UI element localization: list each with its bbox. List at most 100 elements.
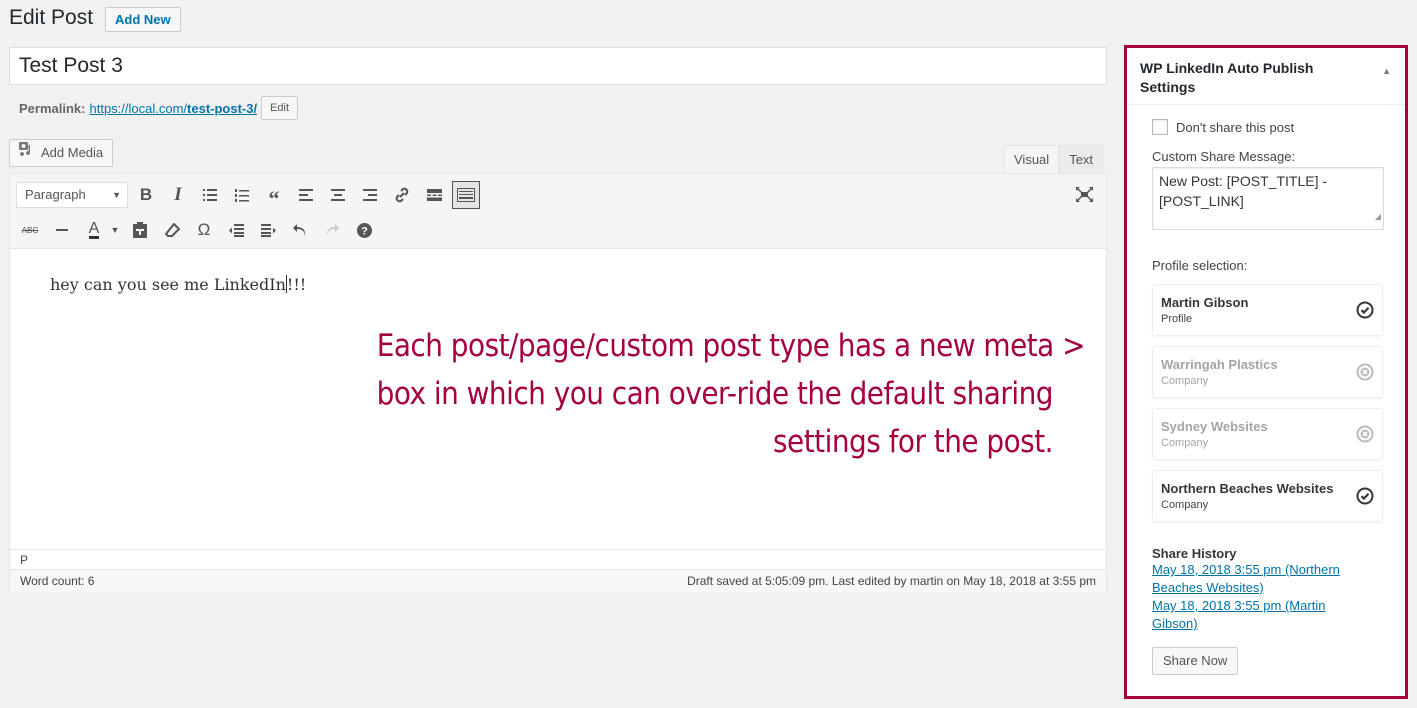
word-count: Word count: 6	[20, 574, 95, 588]
add-new-button[interactable]: Add New	[105, 7, 181, 32]
bold-icon: B	[139, 185, 153, 204]
page-title: Edit Post	[9, 6, 94, 29]
editor-toolbar: Paragraph ▼ B I “ ABC A ▼ Ω ?	[10, 174, 1106, 249]
fullscreen-icon	[1075, 186, 1093, 202]
dont-share-label: Don't share this post	[1176, 119, 1295, 135]
special-character-button[interactable]: Ω	[190, 216, 218, 244]
blockquote-icon: “	[268, 186, 280, 211]
profile-name: Northern Beaches Websites	[1161, 481, 1334, 496]
dont-share-row: Don't share this post	[1152, 119, 1383, 135]
chevron-down-icon: ▼	[110, 225, 120, 235]
permalink-slug: test-post-3/	[187, 100, 258, 116]
share-history-link[interactable]: May 18, 2018 3:55 pm (Northern Beaches W…	[1152, 561, 1352, 597]
blockquote-button[interactable]: “	[260, 181, 288, 211]
horizontal-line-icon	[56, 229, 68, 231]
x-circle-icon[interactable]	[1356, 363, 1374, 384]
outdent-icon	[228, 223, 244, 237]
profile-selection-label: Profile selection:	[1152, 258, 1248, 273]
bold-button[interactable]: B	[132, 181, 160, 209]
redo-button[interactable]	[318, 216, 346, 244]
profile-card[interactable]: Warringah Plastics Company	[1152, 346, 1383, 398]
omega-icon: Ω	[197, 220, 211, 239]
annotation-line: Each post/page/custom post type has a ne…	[376, 328, 1086, 364]
align-right-button[interactable]	[356, 181, 384, 209]
metabox-header[interactable]: WP LinkedIn Auto Publish Settings ▲	[1127, 48, 1405, 105]
strikethrough-icon: ABC	[21, 225, 39, 235]
annotation-line: box in which you can over-ride the defau…	[376, 376, 1054, 412]
profile-type: Company	[1161, 437, 1209, 449]
editor-status-bar: Word count: 6 Draft saved at 5:05:09 pm.…	[10, 569, 1106, 592]
strikethrough-button[interactable]: ABC	[16, 216, 44, 244]
redo-icon	[326, 224, 339, 237]
profile-name: Martin Gibson	[1161, 295, 1249, 310]
annotation-line: settings for the post.	[773, 424, 1053, 460]
resize-handle-icon[interactable]: ◢	[1375, 207, 1381, 227]
share-history-link[interactable]: May 18, 2018 3:55 pm (Martin Gibson)	[1152, 597, 1352, 633]
italic-icon: I	[174, 184, 182, 205]
check-circle-icon[interactable]	[1356, 301, 1374, 322]
metabox-title: WP LinkedIn Auto Publish Settings	[1140, 60, 1314, 95]
insert-link-button[interactable]	[388, 181, 416, 209]
content-text-after: !!!	[286, 275, 307, 294]
horizontal-line-button[interactable]	[48, 216, 76, 244]
content-text-before: hey can you see me LinkedIn	[50, 275, 286, 294]
editor-tabs: Visual Text	[1004, 145, 1104, 173]
paste-as-text-button[interactable]	[126, 216, 154, 244]
keyboard-icon	[457, 188, 475, 202]
element-path[interactable]: P	[10, 549, 1106, 569]
dont-share-checkbox[interactable]	[1152, 119, 1168, 135]
text-color-button[interactable]: A	[80, 216, 108, 244]
clear-formatting-button[interactable]	[158, 216, 186, 244]
post-title-input[interactable]: Test Post 3	[9, 47, 1107, 85]
undo-icon	[293, 224, 306, 237]
format-select[interactable]: Paragraph ▼	[16, 182, 128, 208]
share-now-button[interactable]: Share Now	[1152, 647, 1239, 675]
italic-button[interactable]: I	[164, 181, 192, 209]
permalink-edit-button[interactable]: Edit	[261, 96, 299, 120]
save-status: Draft saved at 5:05:09 pm. Last edited b…	[687, 574, 1096, 588]
profile-type: Profile	[1161, 313, 1193, 325]
linkedin-settings-metabox: WP LinkedIn Auto Publish Settings ▲ Don'…	[1124, 45, 1408, 699]
clipboard-icon	[133, 222, 147, 238]
check-circle-icon[interactable]	[1356, 487, 1374, 508]
custom-message-textarea[interactable]: New Post: [POST_TITLE] - [POST_LINK] ◢	[1152, 167, 1384, 230]
profile-card[interactable]: Martin Gibson Profile	[1152, 284, 1383, 336]
profile-name: Sydney Websites	[1161, 419, 1268, 434]
undo-button[interactable]	[286, 216, 314, 244]
align-center-icon	[331, 189, 345, 201]
custom-message-value: New Post: [POST_TITLE] - [POST_LINK]	[1159, 173, 1328, 209]
collapse-arrow-icon[interactable]: ▲	[1382, 62, 1391, 81]
permalink: Permalink: https://local.com/test-post-3…	[19, 96, 299, 120]
x-circle-icon[interactable]	[1356, 425, 1374, 446]
eraser-icon	[164, 222, 180, 237]
text-color-dropdown[interactable]: ▼	[108, 216, 122, 244]
text-color-icon: A	[88, 220, 100, 239]
profile-name: Warringah Plastics	[1161, 357, 1278, 372]
align-center-button[interactable]	[324, 181, 352, 209]
decrease-indent-button[interactable]	[222, 216, 250, 244]
share-history-title: Share History	[1152, 546, 1237, 561]
fullscreen-button[interactable]	[1072, 182, 1096, 206]
profile-type: Company	[1161, 375, 1209, 387]
custom-message-label: Custom Share Message:	[1152, 149, 1296, 164]
read-more-icon	[426, 189, 442, 201]
svg-text:?: ?	[361, 225, 368, 237]
profile-card[interactable]: Sydney Websites Company	[1152, 408, 1383, 460]
tab-visual[interactable]: Visual	[1004, 145, 1060, 173]
toolbar-toggle-button[interactable]	[452, 181, 480, 209]
post-content: hey can you see me LinkedIn!!!	[50, 275, 306, 294]
permalink-link[interactable]: https://local.com/test-post-3/	[89, 101, 257, 116]
media-icon	[18, 140, 36, 166]
bulleted-list-button[interactable]	[196, 181, 224, 209]
numbered-list-button[interactable]	[228, 181, 256, 209]
increase-indent-button[interactable]	[254, 216, 282, 244]
profile-card[interactable]: Northern Beaches Websites Company	[1152, 470, 1383, 522]
tab-text[interactable]: Text	[1059, 145, 1104, 173]
add-media-label: Add Media	[41, 145, 104, 160]
read-more-button[interactable]	[420, 181, 448, 209]
keyboard-shortcuts-button[interactable]: ?	[350, 216, 378, 244]
align-left-button[interactable]	[292, 181, 320, 209]
add-media-button[interactable]: Add Media	[9, 139, 114, 167]
align-right-icon	[363, 189, 377, 201]
profile-list: Martin Gibson Profile Warringah Plastics Co…	[1152, 284, 1383, 522]
